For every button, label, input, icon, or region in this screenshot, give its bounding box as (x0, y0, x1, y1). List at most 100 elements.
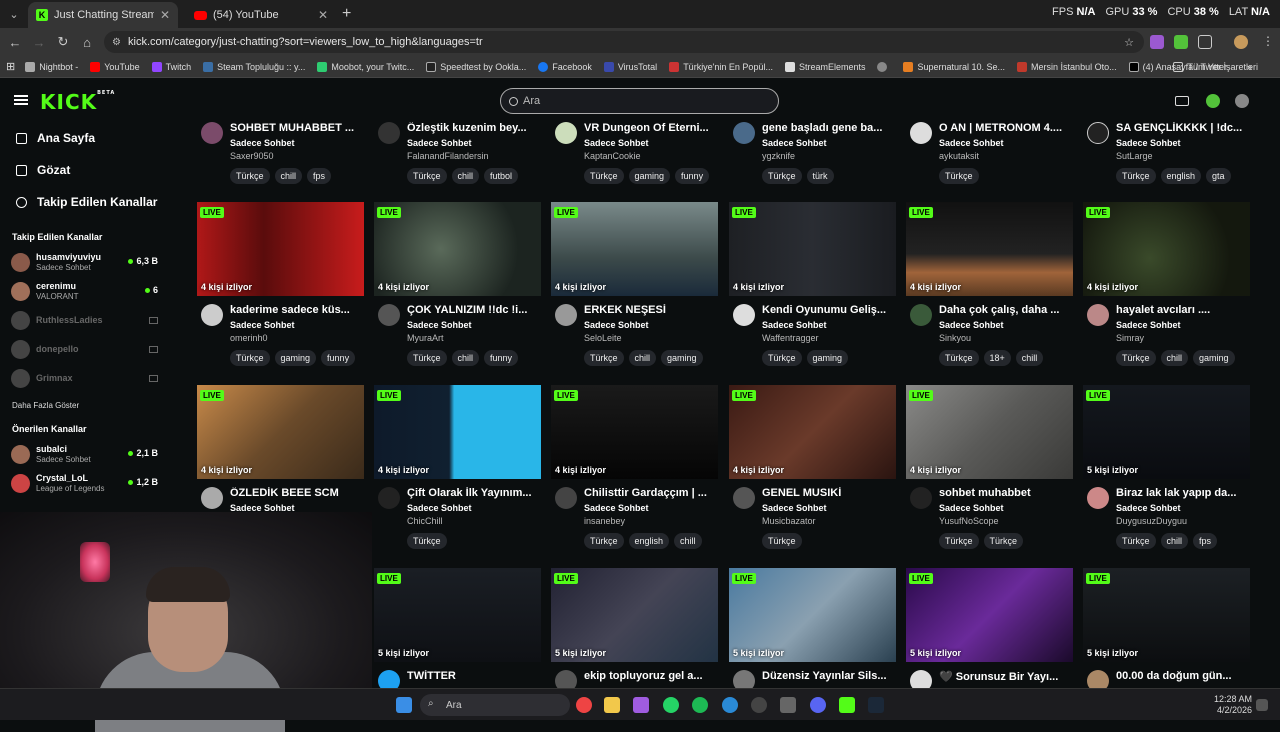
tag[interactable]: funny (321, 350, 356, 366)
tag[interactable]: 18+ (983, 350, 1011, 366)
stream-card[interactable]: SOHBET MUHABBET ... Sadece Sohbet Saxer905… (197, 122, 364, 210)
stream-thumbnail[interactable]: LIVE 4 kişi izliyor (197, 385, 364, 479)
tag[interactable]: chill (1160, 350, 1189, 366)
stream-thumbnail[interactable]: LIVE 4 kişi izliyor (1083, 202, 1250, 296)
stream-card[interactable]: LIVE 5 kişi izliyor Biraz lak lak yapıp da… (1083, 385, 1250, 575)
tab-search-chevron-icon[interactable]: ⌄ (0, 0, 28, 28)
stream-thumbnail[interactable]: LIVE 4 kişi izliyor (197, 202, 364, 296)
stream-card[interactable]: LIVE 4 kişi izliyor ERKEK NEŞESİ Sadece Soh… (551, 202, 718, 392)
stream-thumbnail[interactable]: LIVE 4 kişi izliyor (729, 202, 896, 296)
stream-card[interactable]: LIVE 4 kişi izliyor Chilisttir Gardaççım |… (551, 385, 718, 575)
tag[interactable]: Türkçe (939, 168, 979, 184)
bookmark-star-icon[interactable]: ☆ (1124, 36, 1134, 49)
stream-card[interactable]: LIVE 4 kişi izliyor hayalet avcıları .... S… (1083, 202, 1250, 392)
tag[interactable]: Türkçe (584, 168, 624, 184)
edge-icon[interactable] (722, 697, 738, 713)
start-windows-icon[interactable] (396, 697, 412, 713)
theater-mode-icon[interactable] (1175, 96, 1189, 106)
obs-icon[interactable] (751, 697, 767, 713)
tag[interactable]: funny (484, 350, 519, 366)
bookmark-item[interactable]: Türkiye'nin En Popül... (669, 61, 773, 72)
stream-card[interactable]: SA GENÇLİKKKK | !dc... Sadece Sohbet SutLa… (1083, 122, 1250, 210)
extensions-puzzle-icon[interactable] (1198, 35, 1212, 49)
bookmark-item[interactable]: Nightbot - (25, 61, 78, 72)
stream-card[interactable]: LIVE 4 kişi izliyor sohbet muhabbet Sadece … (906, 385, 1073, 575)
apps-grid-icon[interactable]: ⊞ (6, 60, 15, 73)
file-explorer-icon[interactable] (604, 697, 620, 713)
kick-app-icon[interactable] (839, 697, 855, 713)
close-tab-icon[interactable]: ✕ (160, 8, 170, 22)
stream-card[interactable]: LIVE 4 kişi izliyor ÇOK YALNIZIM !!dc !i..… (374, 202, 541, 392)
tag[interactable]: gaming (1193, 350, 1235, 366)
stream-card[interactable]: LIVE 4 kişi izliyor kaderime sadece küs...… (197, 202, 364, 392)
stream-card[interactable]: LIVE 4 kişi izliyor Çift Olarak İlk Yayını… (374, 385, 541, 575)
close-tab-icon[interactable]: ✕ (318, 8, 328, 22)
site-info-icon[interactable]: ⚙ (112, 37, 121, 48)
extension-icon[interactable] (1174, 35, 1188, 49)
tag[interactable]: gaming (628, 168, 671, 184)
stream-thumbnail[interactable]: LIVE 4 kişi izliyor (551, 202, 718, 296)
search-input[interactable]: Ara (500, 88, 779, 114)
tag[interactable]: chill (451, 350, 480, 366)
tag[interactable]: Türkçe (939, 350, 979, 366)
stream-thumbnail[interactable]: LIVE 4 kişi izliyor (374, 202, 541, 296)
tag[interactable]: Türkçe (762, 168, 802, 184)
menu-kebab-icon[interactable]: ⋮ (1262, 34, 1274, 48)
bookmark-item[interactable]: YouTube (90, 61, 140, 72)
home-icon[interactable]: ⌂ (75, 35, 99, 50)
tag[interactable]: Türkçe (1116, 533, 1156, 549)
stream-card[interactable]: LIVE 5 kişi izliyor ekip topluyoruz gel a.… (551, 568, 718, 688)
stream-thumbnail[interactable]: LIVE 4 kişi izliyor (906, 202, 1073, 296)
tag[interactable]: gta (1206, 168, 1231, 184)
tag[interactable]: chill (674, 533, 702, 549)
tag[interactable]: Türkçe (983, 533, 1024, 549)
tag[interactable]: chill (274, 168, 303, 184)
tag[interactable]: futbol (484, 168, 519, 184)
tag[interactable]: gaming (661, 350, 703, 366)
profile-avatar-icon[interactable] (1234, 35, 1248, 49)
stream-thumbnail[interactable]: LIVE 5 kişi izliyor (1083, 568, 1250, 662)
stream-card[interactable]: LIVE 4 kişi izliyor Kendi Oyunumu Geliş...… (729, 202, 896, 392)
store-icon[interactable] (780, 697, 796, 713)
bookmark-item[interactable] (877, 61, 891, 72)
tag[interactable]: Türkçe (407, 533, 447, 549)
bookmark-item[interactable]: StreamElements (784, 61, 865, 72)
bookmark-item[interactable]: Speedtest by Ookla... (426, 61, 526, 72)
tag[interactable]: Türkçe (407, 350, 447, 366)
bookmark-item[interactable]: Twitch (151, 61, 191, 72)
user-avatar[interactable] (1235, 94, 1249, 108)
stream-card[interactable]: LIVE 4 kişi izliyor Daha çok çalış, daha .… (906, 202, 1073, 392)
hamburger-menu-icon[interactable] (14, 95, 28, 105)
stream-card[interactable]: LIVE 5 kişi izliyor 00.00 da doğum gün... (1083, 568, 1250, 688)
tag[interactable]: Türkçe (762, 350, 802, 366)
whatsapp-icon[interactable] (663, 697, 679, 713)
tag[interactable]: chill (451, 168, 480, 184)
tag[interactable]: Türkçe (762, 533, 802, 549)
notification-bell-icon[interactable] (1256, 699, 1268, 711)
stream-thumbnail[interactable]: LIVE 4 kişi izliyor (729, 385, 896, 479)
tag[interactable]: Türkçe (230, 168, 270, 184)
tag[interactable]: Türkçe (230, 350, 270, 366)
stream-thumbnail[interactable]: LIVE 5 kişi izliyor (1083, 385, 1250, 479)
chrome-icon[interactable] (576, 697, 592, 713)
tag[interactable]: funny (675, 168, 710, 184)
new-tab-button[interactable]: + (342, 5, 351, 23)
stream-thumbnail[interactable]: LIVE 5 kişi izliyor (374, 568, 541, 662)
tag[interactable]: Türkçe (407, 168, 447, 184)
tag[interactable]: gaming (274, 350, 317, 366)
tag[interactable]: english (1160, 168, 1202, 184)
stream-card[interactable]: VR Dungeon Of Eterni... Sadece Sohbet Kapt… (551, 122, 718, 210)
bookmark-item[interactable]: VirusTotal (603, 61, 657, 72)
tag[interactable]: fps (1193, 533, 1218, 549)
tag[interactable]: Türkçe (939, 533, 979, 549)
tag[interactable]: Türkçe (1116, 350, 1156, 366)
stream-thumbnail[interactable]: LIVE 5 kişi izliyor (729, 568, 896, 662)
kick-coin-icon[interactable] (1206, 94, 1220, 108)
stream-thumbnail[interactable]: LIVE 4 kişi izliyor (374, 385, 541, 479)
stream-card[interactable]: LIVE 5 kişi izliyor 🖤 Sorunsuz Bir Yayı... (906, 568, 1073, 688)
url-bar[interactable]: ⚙ kick.com/category/just-chatting?sort=v… (104, 31, 1144, 53)
tag[interactable]: fps (307, 168, 332, 184)
stream-thumbnail[interactable]: LIVE 4 kişi izliyor (906, 385, 1073, 479)
tab-kick[interactable]: K Just Chatting Streaming - Live S ✕ (28, 2, 178, 28)
tag[interactable]: chill (628, 350, 657, 366)
